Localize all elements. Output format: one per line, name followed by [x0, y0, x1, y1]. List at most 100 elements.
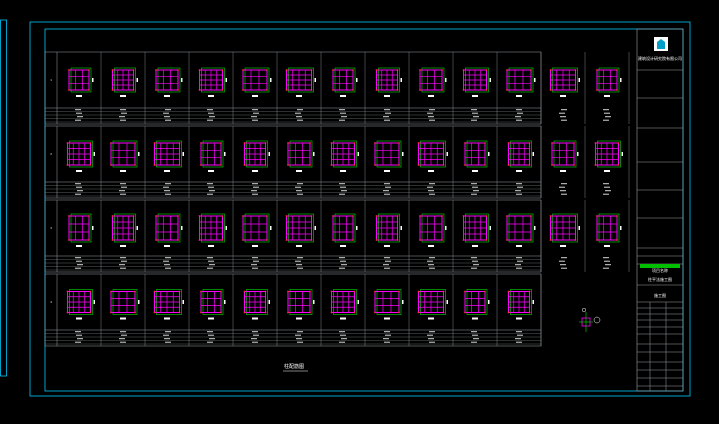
rebar-cage	[464, 142, 486, 166]
info-mark	[119, 116, 125, 118]
dimension-tag	[92, 78, 94, 82]
info-mark	[428, 338, 434, 340]
info-mark	[76, 334, 82, 336]
corner-bar	[616, 239, 618, 241]
info-mark	[471, 109, 477, 111]
rebar-cage	[155, 69, 179, 91]
info-mark	[515, 190, 521, 192]
info-mark	[605, 190, 611, 192]
dimension-tag	[445, 78, 447, 82]
title-accent-bar	[640, 264, 680, 268]
info-mark	[516, 119, 522, 121]
rebar-cage	[242, 215, 268, 241]
corner-bar	[221, 69, 224, 71]
column-section	[242, 213, 272, 269]
info-mark	[603, 109, 609, 111]
column-section	[332, 213, 358, 269]
dimension-tag	[76, 245, 82, 247]
corner-bar	[417, 142, 420, 144]
info-mark	[473, 264, 479, 266]
corner-bar	[573, 164, 575, 166]
info-mark	[560, 190, 566, 192]
dimension-tag	[428, 95, 434, 97]
column-schedule-table: 1 2 3 4	[44, 51, 630, 347]
info-mark	[120, 267, 126, 269]
info-mark	[427, 334, 433, 336]
info-mark	[385, 334, 391, 336]
column-section	[243, 289, 270, 343]
info-mark	[559, 260, 565, 262]
info-mark	[207, 183, 213, 185]
dimension-tag	[356, 226, 358, 230]
info-mark	[208, 334, 214, 336]
info-mark	[252, 119, 258, 121]
info-mark	[121, 334, 127, 336]
info-mark	[296, 338, 302, 340]
info-mark	[429, 109, 435, 111]
info-mark	[120, 119, 126, 121]
dimension-tag	[428, 245, 434, 247]
corner-bar	[177, 239, 179, 241]
column-outline	[157, 67, 181, 93]
corner-bar	[375, 215, 378, 217]
info-mark	[120, 193, 126, 195]
column-section	[596, 213, 622, 269]
corner-bar	[417, 311, 420, 314]
corner-bar	[66, 311, 69, 314]
rebar-cage	[200, 291, 222, 313]
info-mark	[119, 190, 125, 192]
corner-bar	[220, 142, 222, 144]
info-mark	[76, 186, 82, 188]
column-outline	[289, 289, 313, 315]
corner-bar	[242, 69, 244, 71]
info-mark	[471, 267, 477, 269]
info-mark	[296, 264, 302, 266]
dimension-tag	[208, 317, 214, 320]
info-mark	[383, 264, 389, 266]
corner-bar	[221, 239, 224, 241]
corner-bar	[88, 239, 90, 241]
column-outline	[202, 140, 224, 168]
dimension-tag	[340, 245, 346, 247]
dimension-tag	[516, 95, 522, 97]
info-mark	[163, 112, 169, 114]
corner-bar	[155, 89, 157, 91]
column-outline	[70, 67, 92, 93]
dimension-tag	[270, 78, 272, 82]
dimension-tag	[120, 245, 126, 247]
column-section	[68, 67, 94, 121]
info-mark	[340, 112, 346, 114]
corner-bar	[285, 215, 288, 217]
info-mark	[75, 193, 81, 195]
corner-bar	[309, 311, 311, 314]
info-mark	[75, 341, 81, 343]
info-mark	[165, 119, 171, 121]
corner-bar	[442, 290, 445, 293]
info-mark	[207, 193, 213, 195]
info-mark	[515, 116, 521, 118]
info-mark	[121, 186, 127, 188]
info-mark	[297, 341, 303, 343]
info-mark	[472, 260, 478, 262]
dimension-tag	[560, 245, 566, 247]
dimension-tag	[164, 317, 170, 320]
info-mark	[384, 193, 390, 195]
info-mark	[517, 112, 523, 114]
dimension-tag	[270, 226, 272, 230]
info-mark	[473, 116, 479, 118]
info-mark	[384, 331, 390, 333]
column-section	[285, 213, 316, 269]
corner-bar	[352, 69, 354, 71]
info-mark	[384, 267, 390, 269]
corner-bar	[485, 215, 488, 217]
dimension-tag	[357, 300, 359, 304]
column-outline	[244, 67, 270, 93]
corner-bar	[398, 290, 400, 293]
corner-bar	[89, 142, 92, 144]
corner-bar	[132, 89, 135, 91]
info-mark	[119, 338, 125, 340]
corner-bar	[89, 164, 92, 166]
dimension-tag	[532, 152, 534, 156]
dimension-tag	[604, 245, 610, 247]
info-mark	[75, 331, 81, 333]
